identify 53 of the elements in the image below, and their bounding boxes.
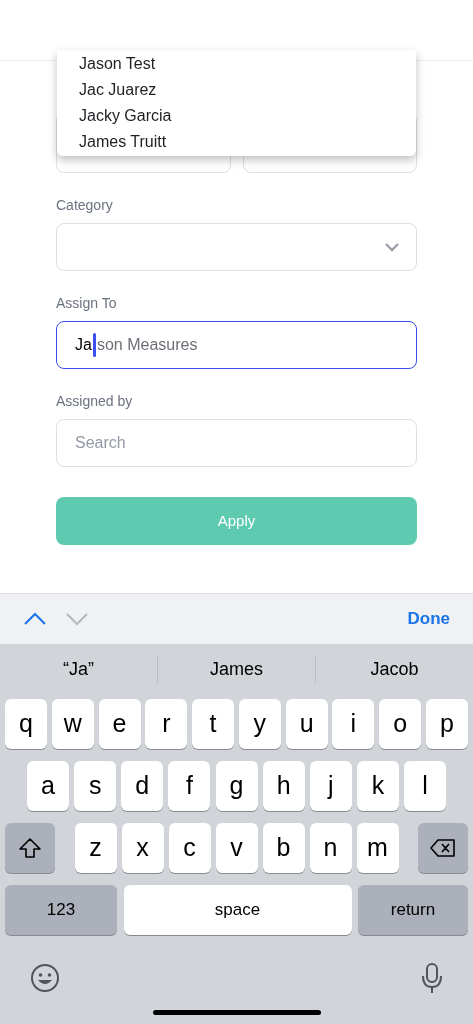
keyboard-key[interactable]: q — [5, 699, 47, 749]
word-suggestion[interactable]: James — [210, 655, 263, 683]
typed-text: Ja — [75, 335, 92, 355]
keyboard-key[interactable]: r — [145, 699, 188, 749]
emoji-icon[interactable] — [30, 962, 60, 993]
microphone-icon[interactable] — [421, 961, 443, 994]
return-key[interactable]: return — [358, 885, 468, 935]
delete-key[interactable] — [418, 823, 468, 873]
keyboard-key[interactable]: m — [356, 823, 399, 873]
keyboard-key[interactable]: u — [285, 699, 328, 749]
space-key[interactable]: space — [123, 885, 352, 935]
keyboard-key[interactable]: k — [356, 761, 399, 811]
keyboard-key[interactable]: x — [121, 823, 164, 873]
done-button[interactable]: Done — [407, 606, 450, 632]
keyboard-key[interactable]: i — [332, 699, 375, 749]
keyboard-key[interactable]: p — [425, 699, 468, 749]
keyboard-key[interactable]: b — [262, 823, 305, 873]
keyboard-key[interactable]: a — [27, 761, 69, 811]
dropdown-option[interactable]: Jason Test — [79, 51, 394, 77]
word-suggestion[interactable]: Jacob — [370, 655, 419, 683]
keyboard-key[interactable]: o — [379, 699, 422, 749]
chevron-down-icon — [384, 242, 400, 252]
dropdown-option[interactable]: Jacky Garcia — [79, 103, 394, 129]
keyboard-key[interactable]: j — [309, 761, 352, 811]
keyboard-key[interactable]: y — [238, 699, 281, 749]
keyboard-key[interactable]: d — [121, 761, 164, 811]
keyboard-key[interactable]: w — [51, 699, 94, 749]
assign-to-field[interactable]: Ja son Measures — [56, 321, 417, 369]
backspace-icon — [429, 838, 457, 858]
keyboard-key[interactable]: v — [215, 823, 258, 873]
keyboard-key[interactable]: s — [74, 761, 117, 811]
keyboard-key[interactable]: c — [168, 823, 211, 873]
field-label: Assign To — [56, 294, 118, 313]
keyboard-key[interactable]: g — [215, 761, 258, 811]
keyboard-key[interactable]: e — [98, 699, 141, 749]
dropdown-option[interactable]: James Truitt — [79, 129, 394, 155]
text-cursor — [92, 333, 96, 357]
field-label: Assigned by — [56, 392, 134, 411]
numbers-key[interactable]: 123 — [5, 885, 117, 935]
shift-key[interactable] — [5, 823, 55, 873]
shift-icon — [18, 837, 42, 859]
chevron-up-icon[interactable] — [23, 612, 47, 626]
keyboard-key[interactable]: h — [262, 761, 305, 811]
keyboard-key[interactable]: l — [404, 761, 446, 811]
keyboard-key[interactable]: t — [192, 699, 235, 749]
keyboard-key[interactable]: n — [309, 823, 352, 873]
word-suggestion[interactable]: “Ja” — [63, 655, 94, 683]
keyboard-key[interactable]: z — [74, 823, 117, 873]
keyboard-key[interactable]: f — [168, 761, 211, 811]
autocomplete-suggestion: son Measures — [96, 335, 198, 355]
field-label: Category — [56, 196, 114, 215]
dropdown-option[interactable]: Jac Juarez — [79, 77, 394, 103]
assigned-by-field[interactable]: Search — [56, 419, 417, 467]
